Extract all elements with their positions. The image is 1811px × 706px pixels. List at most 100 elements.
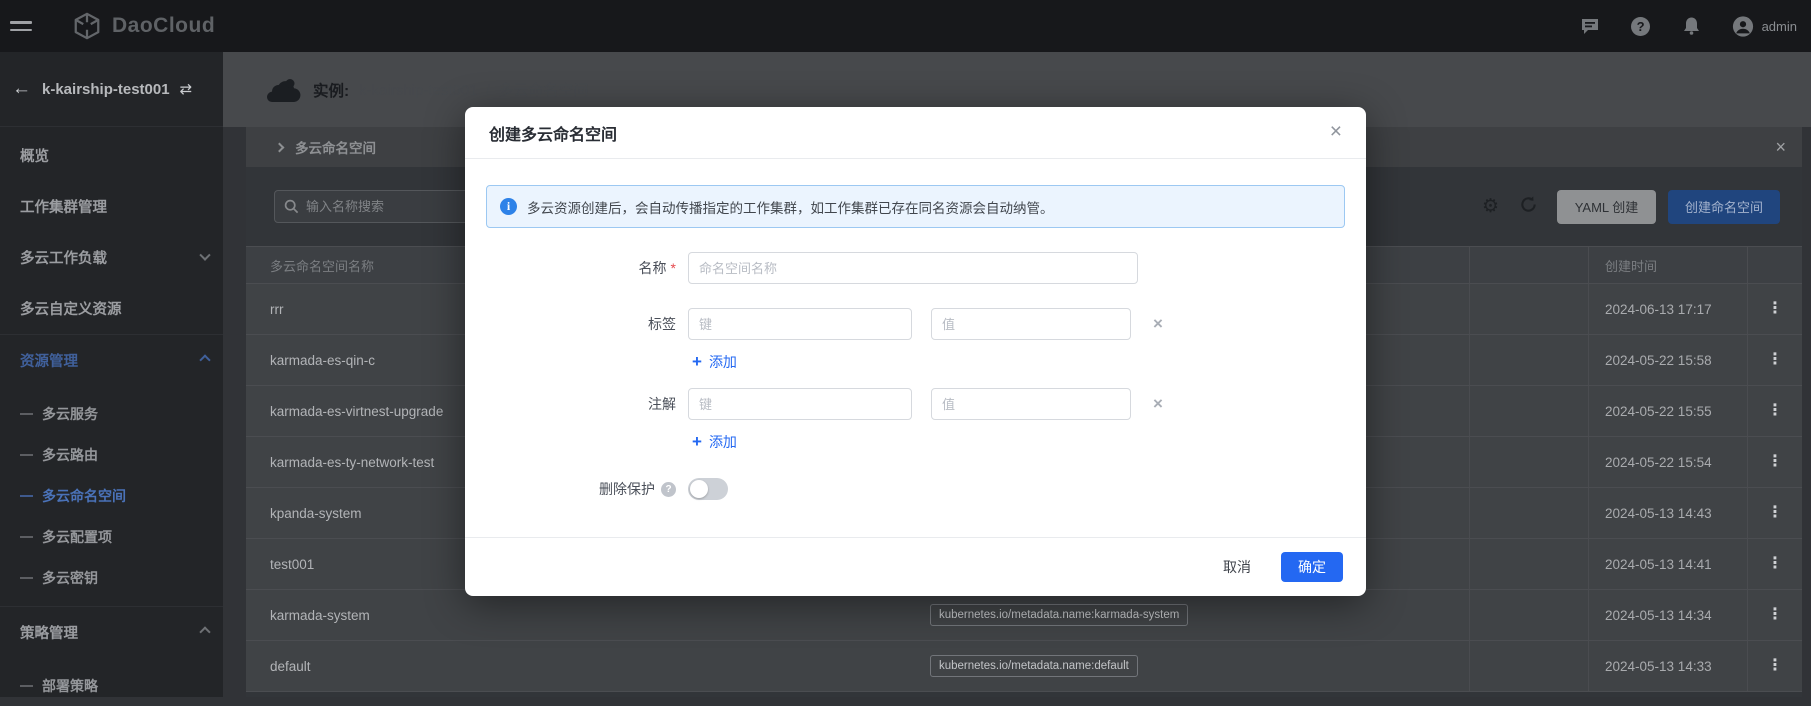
hamburger-menu-icon[interactable] [10,16,34,36]
chevron-up-icon [199,626,210,637]
plus-icon: + [692,432,702,452]
required-asterisk: * [671,260,676,276]
row-actions: ⋮ [1747,284,1802,334]
row-actions: ⋮ [1747,437,1802,487]
sidebar-item-label: 多云自定义资源 [20,298,122,319]
gear-icon[interactable]: ⚙ [1482,195,1499,218]
sidebar-item-2[interactable]: 多云工作负载 [0,232,223,283]
kebab-menu-icon[interactable]: ⋮ [1767,352,1783,368]
message-icon[interactable] [1579,15,1601,37]
brand-name: DaoCloud [112,14,215,38]
sidebar-item-label: 策略管理 [20,622,78,643]
help-tooltip-icon[interactable]: ? [661,482,676,497]
add-annotation-link[interactable]: + 添加 [692,432,762,452]
row-actions: ⋮ [1747,335,1802,385]
sidebar-instance-header: ← k-kairship-test001 ⇄ [0,52,223,127]
info-alert-text: 多云资源创建后，会自动传播指定的工作集群，如工作集群已存在同名资源会自动纳管。 [527,197,1054,217]
namespace-name: karmada-system [246,608,920,623]
sidebar-menu: 概览工作集群管理多云工作负载多云自定义资源资源管理多云服务多云路由多云命名空间多… [0,127,223,706]
table-row[interactable]: karmada-systemkubernetes.io/metadata.nam… [246,590,1802,641]
column-header-time: 创建时间 [1588,247,1747,283]
create-namespace-modal: 创建多云命名空间 × i 多云资源创建后，会自动传播指定的工作集群，如工作集群已… [465,107,1366,596]
sidebar-item-label: 概览 [20,145,49,166]
search-icon [284,199,299,214]
cancel-button[interactable]: 取消 [1223,557,1251,577]
dash-icon [20,495,33,497]
sidebar-item-10[interactable]: 策略管理 [0,606,223,657]
sidebar-instance-name: k-kairship-test001 [42,81,170,98]
sidebar-item-11[interactable]: 部署策略 [0,665,223,706]
help-icon[interactable]: ? [1630,15,1652,37]
namespace-name: default [246,659,920,674]
labels-label: 标签 [465,314,688,334]
sidebar-item-label: 资源管理 [20,350,78,371]
sidebar-item-label: 多云路由 [42,445,98,465]
kebab-menu-icon[interactable]: ⋮ [1767,556,1783,572]
labels-field-row: 标签 × [465,308,1366,340]
row-actions: ⋮ [1747,590,1802,640]
delete-protection-row: 删除保护 ? [465,478,1366,500]
sidebar-item-label: 部署策略 [42,676,98,696]
create-namespace-button[interactable]: 创建命名空间 [1668,190,1780,224]
sidebar-item-7[interactable]: 多云命名空间 [0,475,223,516]
dash-icon [20,413,33,415]
row-actions: ⋮ [1747,539,1802,589]
add-label-link[interactable]: + 添加 [692,352,762,372]
delete-protection-toggle[interactable] [688,478,728,500]
avatar-icon[interactable] [1732,15,1754,37]
kebab-menu-icon[interactable]: ⋮ [1767,301,1783,317]
kebab-menu-icon[interactable]: ⋮ [1767,658,1783,674]
name-field-row: 名称* [465,252,1366,284]
daocloud-cube-icon [72,11,102,41]
panel-close-icon[interactable]: × [1775,137,1788,158]
remove-annotation-row-icon[interactable]: × [1153,394,1163,414]
breadcrumb: 多云命名空间 [295,137,376,157]
annotation-key-input[interactable] [688,388,912,420]
sidebar-item-label: 多云工作负载 [20,247,107,268]
label-value-input[interactable] [931,308,1131,340]
brand-logo: DaoCloud [72,11,215,41]
annotation-value-input[interactable] [931,388,1131,420]
bell-icon[interactable] [1681,15,1703,37]
breadcrumb-chevron-icon[interactable] [275,142,285,152]
sidebar-item-9[interactable]: 多云密钥 [0,557,223,598]
cloud-icon [265,77,301,102]
created-time: 2024-05-13 14:33 [1588,641,1747,691]
sidebar-item-label: 多云命名空间 [42,486,126,506]
refresh-icon[interactable] [1519,195,1538,219]
username[interactable]: admin [1762,19,1797,34]
kebab-menu-icon[interactable]: ⋮ [1767,607,1783,623]
back-arrow-icon[interactable]: ← [12,78,31,100]
sidebar-item-4[interactable]: 资源管理 [0,334,223,385]
kebab-menu-icon[interactable]: ⋮ [1767,403,1783,419]
remove-label-row-icon[interactable]: × [1153,314,1163,334]
toolbar-actions: ⚙ YAML 创建 创建命名空间 [1482,190,1780,224]
topbar-right: ? admin [1550,15,1811,37]
sidebar-item-1[interactable]: 工作集群管理 [0,181,223,232]
kebab-menu-icon[interactable]: ⋮ [1767,454,1783,470]
chevron-up-icon [199,354,210,365]
yaml-create-button[interactable]: YAML 创建 [1557,190,1656,224]
dash-icon [20,685,33,687]
modal-close-icon[interactable]: × [1330,121,1342,142]
label-key-input[interactable] [688,308,912,340]
sidebar-item-3[interactable]: 多云自定义资源 [0,283,223,334]
table-row[interactable]: defaultkubernetes.io/metadata.name:defau… [246,641,1802,692]
modal-title: 创建多云命名空间 [489,121,617,145]
sidebar-item-8[interactable]: 多云配置项 [0,516,223,557]
confirm-button[interactable]: 确定 [1281,552,1343,582]
sidebar-item-5[interactable]: 多云服务 [0,393,223,434]
sidebar-item-label: 多云服务 [42,404,98,424]
dash-icon [20,536,33,538]
sidebar: ← k-kairship-test001 ⇄ 概览工作集群管理多云工作负载多云自… [0,52,223,697]
created-time: 2024-05-22 15:54 [1588,437,1747,487]
modal-footer: 取消 确定 [465,537,1366,596]
annotations-field-row: 注解 × [465,388,1366,420]
namespace-name-input[interactable] [688,252,1138,284]
sidebar-item-0[interactable]: 概览 [0,130,223,181]
sidebar-item-6[interactable]: 多云路由 [0,434,223,475]
kebab-menu-icon[interactable]: ⋮ [1767,505,1783,521]
switch-instance-icon[interactable]: ⇄ [180,80,193,98]
delete-protection-label: 删除保护 ? [465,479,688,499]
created-time: 2024-05-22 15:55 [1588,386,1747,436]
